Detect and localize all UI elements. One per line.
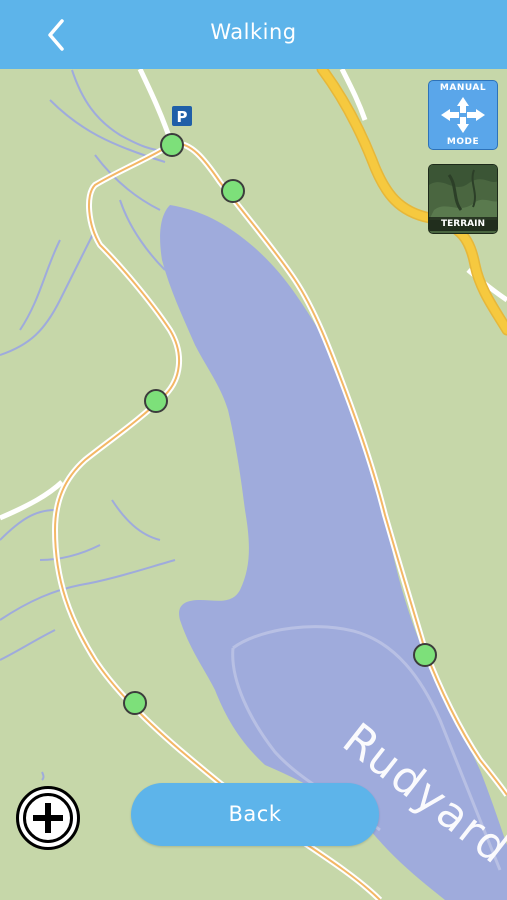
waypoint-marker[interactable]	[144, 389, 168, 413]
parking-icon: P	[172, 106, 192, 126]
page-title: Walking	[210, 20, 297, 44]
svg-text:P: P	[177, 108, 188, 126]
plus-circle-icon	[23, 793, 73, 843]
manual-mode-button[interactable]: MANUAL MODE	[428, 80, 498, 150]
waypoint-marker[interactable]	[221, 179, 245, 203]
waypoint-marker[interactable]	[413, 643, 437, 667]
waypoint-marker[interactable]	[123, 691, 147, 715]
waypoint-marker[interactable]	[160, 133, 184, 157]
manual-mode-label-bottom: MODE	[446, 137, 480, 147]
terrain-label: TERRAIN	[429, 217, 497, 231]
back-button[interactable]: Back	[131, 783, 379, 846]
app-header: Walking	[0, 0, 507, 69]
terrain-button[interactable]: TERRAIN	[428, 164, 498, 234]
add-button[interactable]	[16, 786, 80, 850]
